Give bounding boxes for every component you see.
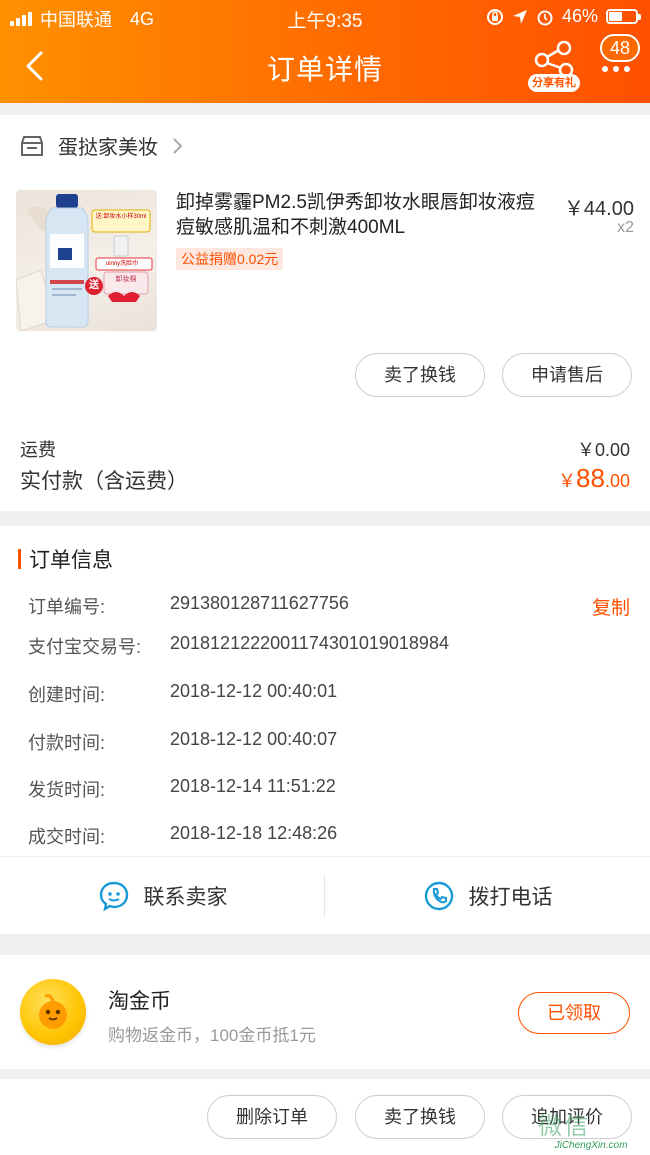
paid-currency: ￥: [558, 471, 577, 491]
product-image-label: uinny洗脸巾: [105, 261, 139, 267]
contact-seller-button[interactable]: 联系卖家: [0, 857, 325, 935]
info-value: 2018-12-12 00:40:07: [170, 729, 338, 749]
contact-row: 联系卖家 拨打电话: [0, 856, 650, 934]
paid-decimal: .00: [604, 471, 630, 491]
location-icon: [512, 9, 527, 24]
sell-for-cash-button-bottom[interactable]: 卖了换钱: [355, 1095, 485, 1139]
gold-coin-icon: [20, 979, 86, 1045]
paid-amount: ￥88.00: [558, 463, 630, 494]
info-label: 创建时间:: [28, 685, 106, 705]
shipping-value: ￥0.00: [576, 440, 630, 460]
status-bar: 中国联通 4G 上午9:35 46%: [0, 0, 650, 34]
share-label: 分享有礼: [528, 74, 580, 92]
info-value: 291380128711627756: [170, 593, 349, 613]
order-info-card: 订单信息 订单编号: 291380128711627756 复制 支付宝交易号:…: [0, 526, 650, 934]
watermark-url-text: JiChengXin.com: [554, 1140, 628, 1151]
product-image-label: 卸妆棉: [115, 276, 137, 283]
product-price: ￥44.00: [563, 198, 634, 220]
share-button[interactable]: 分享有礼: [524, 38, 584, 96]
paid-amount-label: 实付款（含运费）: [20, 470, 188, 493]
order-info-heading: 订单信息: [18, 544, 113, 574]
nav-bar: 订单详情 分享有礼 48: [0, 34, 650, 100]
alarm-icon: [537, 10, 553, 25]
coin-claimed-button[interactable]: 已领取: [518, 992, 630, 1034]
product-image[interactable]: 送:卸妆水小样30ml uinny洗脸巾 卸妆棉 送: [16, 190, 157, 331]
watermark-cn-text: 微信: [538, 1113, 590, 1140]
info-label: 支付宝交易号:: [28, 637, 142, 657]
order-info-title: 订单信息: [29, 549, 113, 572]
orientation-lock-icon: [486, 8, 503, 25]
chevron-right-icon: [173, 137, 183, 154]
charity-tag: 公益捐赠0.02元: [176, 248, 284, 270]
product-image-label: 送: [89, 280, 99, 291]
info-value: 2018-12-18 12:48:26: [170, 823, 338, 843]
info-label: 成交时间:: [28, 827, 106, 847]
battery-icon: [606, 9, 641, 24]
battery-percent: 46%: [561, 6, 598, 26]
after-sale-button[interactable]: 申请售后: [502, 353, 632, 397]
share-icon: [534, 40, 574, 78]
contact-seller-label: 联系卖家: [143, 886, 228, 909]
more-dots-icon: [602, 66, 630, 72]
info-label: 订单编号:: [28, 597, 106, 617]
copy-order-number-button[interactable]: 复制: [592, 593, 630, 620]
call-phone-button[interactable]: 拨打电话: [325, 857, 650, 935]
message-badge: 48: [600, 34, 640, 62]
order-item-card: 蛋挞家美妆 送:卸妆水小样30ml uinny洗脸巾 卸妆棉 送 卸掉雾霾PM2…: [0, 115, 650, 511]
taobao-coin-card: 淘金币 购物返金币，100金币抵1元 已领取: [0, 955, 650, 1069]
watermark-logo: 微信 JiChengXin.com: [532, 1104, 650, 1155]
delete-order-button[interactable]: 删除订单: [207, 1095, 337, 1139]
info-value: 2018121222001174301019018984: [170, 633, 449, 653]
shipping-label: 运费: [20, 440, 56, 460]
paid-integer: 88: [576, 463, 605, 493]
more-button[interactable]: 48: [598, 34, 642, 94]
info-value: 2018-12-14 11:51:22: [170, 776, 336, 796]
info-value: 2018-12-12 00:40:01: [170, 681, 338, 701]
product-quantity: x2: [617, 219, 634, 236]
call-phone-label: 拨打电话: [468, 886, 553, 909]
sell-for-cash-button[interactable]: 卖了换钱: [355, 353, 485, 397]
status-right: 46%: [486, 6, 641, 27]
section-accent-bar: [18, 549, 21, 569]
product-image-label: 送:卸妆水小样30ml: [95, 214, 147, 220]
shop-link[interactable]: 蛋挞家美妆: [20, 131, 184, 160]
coin-subtitle: 购物返金币，100金币抵1元: [108, 1026, 316, 1045]
phone-icon: [424, 881, 453, 911]
info-label: 发货时间:: [28, 780, 106, 800]
info-label: 付款时间:: [28, 733, 106, 753]
shop-name: 蛋挞家美妆: [58, 137, 158, 159]
battery-fill: [609, 12, 622, 21]
coin-title: 淘金币: [108, 990, 171, 1013]
store-icon: [21, 135, 43, 156]
chat-bubble-icon: [99, 881, 128, 912]
product-title[interactable]: 卸掉雾霾PM2.5凯伊秀卸妆水眼唇卸妆液痘痘敏感肌温和不刺激400ML: [176, 190, 536, 240]
header: 中国联通 4G 上午9:35 46% 订单详情 分享有礼 48: [0, 0, 650, 103]
